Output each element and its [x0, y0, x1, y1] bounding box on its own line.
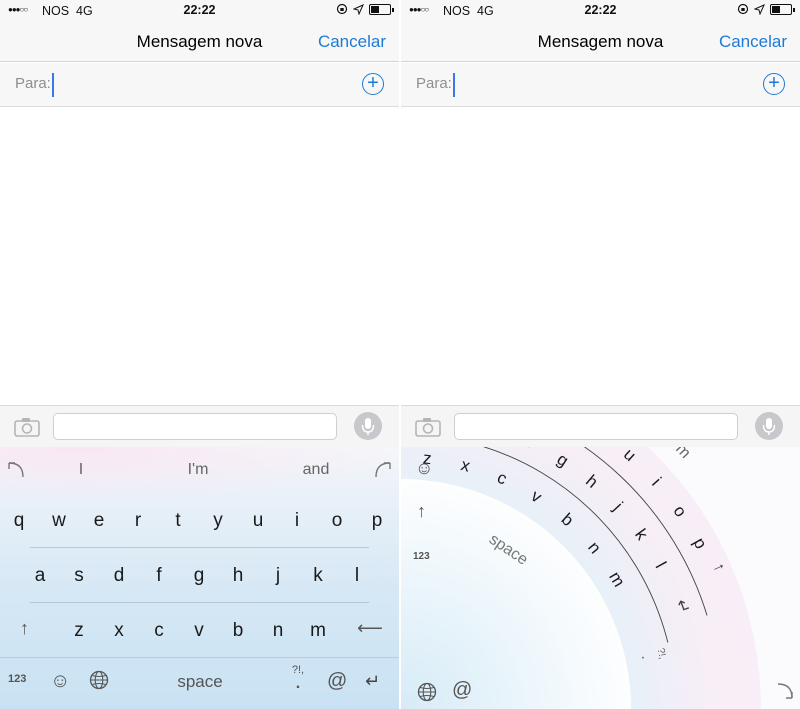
recipient-row: Para: +	[0, 63, 399, 107]
key-t[interactable]: t	[166, 510, 190, 532]
key-q[interactable]: q	[7, 510, 31, 532]
status-icons	[336, 3, 394, 15]
globe-icon[interactable]	[417, 682, 437, 702]
arc-keyboard: qwertyuiopasdfghjklzxcvbnmII'mspace?!,.↑…	[401, 447, 800, 709]
key-m[interactable]: m	[306, 620, 330, 642]
suggestion-item[interactable]: I'm	[667, 447, 694, 462]
add-recipient-icon[interactable]: +	[362, 73, 384, 95]
cancel-button[interactable]: Cancelar	[318, 32, 386, 52]
status-icons	[737, 3, 795, 15]
key-i[interactable]: i	[285, 510, 309, 532]
globe-icon[interactable]	[89, 670, 109, 690]
location-arrow-icon	[754, 3, 765, 15]
at-key[interactable]: @	[327, 670, 347, 693]
recipient-label: Para:	[416, 75, 452, 92]
key-v[interactable]: v	[187, 620, 211, 642]
key-x[interactable]: x	[107, 620, 131, 642]
key-w[interactable]: w	[47, 510, 71, 532]
shift-arrow-icon[interactable]: ↑	[417, 501, 426, 522]
battery-level	[371, 5, 380, 13]
key-e[interactable]: e	[87, 510, 111, 532]
punctuation-key[interactable]: ?!, .	[290, 663, 306, 692]
key-a[interactable]: a	[28, 565, 52, 587]
camera-icon[interactable]	[415, 417, 441, 437]
key-j[interactable]: j	[266, 565, 290, 587]
key-s[interactable]: s	[67, 565, 91, 587]
backspace-arrow-icon[interactable]: ⟵	[357, 618, 383, 639]
battery-icon	[770, 3, 795, 15]
key-l[interactable]: l	[345, 565, 369, 587]
key-r[interactable]: r	[126, 510, 150, 532]
orientation-lock-icon	[336, 3, 348, 15]
camera-icon[interactable]	[14, 417, 40, 437]
key-f[interactable]: f	[147, 565, 171, 587]
status-bar: ●●●○○ NOS 4G 22:22	[0, 0, 399, 22]
compose-bar	[0, 405, 399, 447]
corner-swipe-icon[interactable]	[776, 682, 794, 700]
key-n[interactable]: n	[266, 620, 290, 642]
key-z[interactable]: z	[67, 620, 91, 642]
orientation-lock-icon	[737, 3, 749, 15]
compose-bar	[401, 405, 800, 447]
recipient-input[interactable]	[453, 73, 743, 97]
microphone-button[interactable]	[755, 412, 783, 440]
corner-swipe-icon[interactable]	[374, 461, 392, 479]
key-o[interactable]: o	[325, 510, 349, 532]
suggestion-item[interactable]: and	[286, 461, 346, 479]
return-arrow-icon[interactable]: ↵	[365, 671, 380, 692]
key-y[interactable]: y	[206, 510, 230, 532]
numbers-key[interactable]: 123	[8, 673, 26, 685]
key-h[interactable]: h	[226, 565, 250, 587]
key-d[interactable]: d	[107, 565, 131, 587]
keyboard-row-2: a s d f g h j k l	[0, 557, 399, 597]
row-divider	[30, 602, 369, 603]
keyboard-row-1: q w e r t y u i o p	[0, 502, 399, 542]
recipient-row: Para: +	[401, 63, 800, 107]
row-divider	[30, 547, 369, 548]
battery-level	[772, 5, 781, 13]
key-p[interactable]: p	[365, 510, 389, 532]
microphone-icon	[762, 418, 776, 435]
key-u[interactable]: u	[246, 510, 270, 532]
recipient-label: Para:	[15, 75, 51, 92]
arc-keyboard-surface: qwertyuiopasdfghjklzxcvbnmII'mspace?!,.↑…	[401, 447, 761, 709]
battery-icon	[369, 3, 394, 15]
punctuation-key[interactable]: ?!,	[655, 647, 668, 660]
message-input[interactable]	[53, 413, 337, 440]
phone-screen-arc-keyboard: ●●●○○ NOS 4G 22:22 Mensagem nova Cancela…	[401, 0, 800, 709]
corner-swipe-icon[interactable]	[7, 461, 25, 479]
shift-arrow-icon[interactable]: ↑	[20, 618, 29, 639]
cancel-button[interactable]: Cancelar	[719, 32, 787, 52]
key-g[interactable]: g	[187, 565, 211, 587]
key-k[interactable]: k	[306, 565, 330, 587]
standard-keyboard: I I'm and q w e r t y u i o p a s d f g …	[0, 447, 399, 709]
suggestion-item[interactable]: I	[51, 461, 111, 479]
navigation-bar: Mensagem nova Cancelar	[401, 22, 800, 62]
punctuation-dot: .	[295, 675, 301, 692]
at-key[interactable]: @	[452, 679, 472, 702]
smiley-icon[interactable]: ☺	[415, 458, 433, 479]
phone-screen-standard-keyboard: ●●●○○ NOS 4G 22:22 Mensagem nova Cancela…	[0, 0, 399, 709]
suggestion-item[interactable]: I'm	[168, 461, 228, 479]
recipient-input[interactable]	[52, 73, 342, 97]
navigation-bar: Mensagem nova Cancelar	[0, 22, 399, 62]
status-bar: ●●●○○ NOS 4G 22:22	[401, 0, 800, 22]
smiley-icon[interactable]: ☺	[50, 670, 70, 693]
microphone-button[interactable]	[354, 412, 382, 440]
key-b[interactable]: b	[226, 620, 250, 642]
key-c[interactable]: c	[147, 620, 171, 642]
keyboard-bottom-bar: 123 ☺ space ?!, . @ ↵	[0, 657, 399, 709]
numbers-key[interactable]: 123	[413, 551, 430, 562]
microphone-icon	[361, 418, 375, 435]
message-input[interactable]	[454, 413, 738, 440]
add-recipient-icon[interactable]: +	[763, 73, 785, 95]
location-arrow-icon	[353, 3, 364, 15]
space-key[interactable]: space	[120, 672, 280, 692]
keyboard-row-3: ↑ z x c v b n m ⟵	[0, 612, 399, 652]
